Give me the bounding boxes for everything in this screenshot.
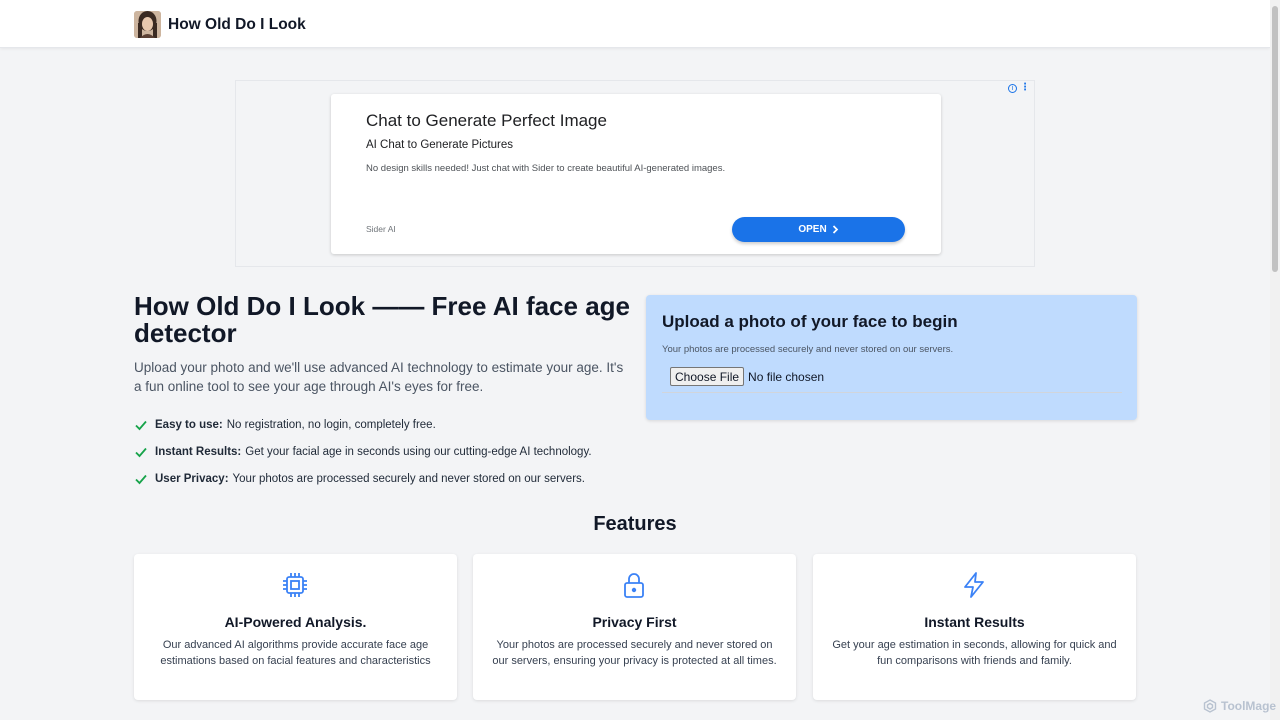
- lock-icon: [624, 573, 644, 598]
- feature-card-instant-results: Instant Results Get your age estimation …: [813, 554, 1136, 700]
- bullet-label: User Privacy:: [155, 472, 229, 485]
- ad-info-icon[interactable]: i: [1008, 84, 1017, 93]
- bullet-label: Instant Results:: [155, 445, 242, 458]
- toolmage-logo-icon: [1203, 699, 1217, 713]
- feature-card-privacy: Privacy First Your photos are processed …: [473, 554, 796, 700]
- ad-container: i ⋮ Chat to Generate Perfect Image AI Ch…: [235, 80, 1035, 267]
- site-header: How Old Do I Look: [0, 0, 1270, 48]
- feature-description: Your photos are processed securely and n…: [492, 639, 777, 667]
- benefit-list: Easy to use: No registration, no login, …: [134, 411, 592, 492]
- logo-avatar-icon: [134, 11, 161, 38]
- bullet-text: Get your facial age in seconds using our…: [245, 445, 592, 458]
- ad-title[interactable]: Chat to Generate Perfect Image: [366, 111, 607, 131]
- ad-open-label: OPEN: [798, 224, 827, 235]
- file-input[interactable]: Choose File No file chosen: [662, 361, 1122, 393]
- file-status: No file chosen: [748, 369, 825, 384]
- feature-title: AI-Powered Analysis.: [224, 614, 367, 630]
- feature-title: Privacy First: [592, 614, 677, 630]
- check-icon: [135, 474, 147, 484]
- features-title: Features: [593, 513, 677, 535]
- upload-title: Upload a photo of your face to begin: [662, 312, 958, 331]
- ad-menu-icon[interactable]: ⋮: [1020, 82, 1030, 94]
- check-icon: [135, 447, 147, 457]
- brand[interactable]: How Old Do I Look: [134, 11, 306, 38]
- feature-description: Our advanced AI algorithms provide accur…: [160, 639, 431, 667]
- bullet-text: Your photos are processed securely and n…: [232, 472, 585, 485]
- ad-subtitle: AI Chat to Generate Pictures: [366, 139, 514, 151]
- watermark-text: ToolMage: [1221, 699, 1277, 713]
- cpu-icon: [283, 573, 307, 597]
- ad-advertiser: Sider AI: [366, 224, 396, 234]
- check-icon: [135, 420, 147, 430]
- ad-description: No design skills needed! Just chat with …: [366, 163, 726, 174]
- chevron-right-icon: [832, 225, 838, 234]
- feature-description: Get your age estimation in seconds, allo…: [832, 639, 1117, 667]
- ad-card[interactable]: Chat to Generate Perfect Image AI Chat t…: [331, 94, 941, 254]
- ad-controls: i ⋮: [1008, 82, 1030, 94]
- hero-title: How Old Do I Look —— Free AI face age de…: [134, 291, 631, 348]
- upload-card: Upload a photo of your face to begin You…: [646, 295, 1137, 420]
- scrollbar-thumb[interactable]: [1272, 6, 1278, 272]
- choose-file-button[interactable]: Choose File: [670, 367, 745, 386]
- list-item: Easy to use: No registration, no login, …: [134, 411, 592, 438]
- feature-card-ai-analysis: AI-Powered Analysis. Our advanced AI alg…: [134, 554, 457, 700]
- list-item: Instant Results: Get your facial age in …: [134, 438, 592, 465]
- site-title: How Old Do I Look: [168, 15, 306, 33]
- watermark: ToolMage: [1203, 699, 1276, 713]
- hero-description: Upload your photo and we'll use advanced…: [134, 360, 624, 394]
- feature-title: Instant Results: [924, 614, 1025, 630]
- bullet-text: No registration, no login, completely fr…: [226, 418, 436, 431]
- bullet-label: Easy to use:: [155, 418, 223, 431]
- lightning-icon: [964, 572, 984, 598]
- ad-open-button[interactable]: OPEN: [732, 217, 905, 242]
- upload-privacy-note: Your photos are processed securely and n…: [662, 344, 954, 355]
- list-item: User Privacy: Your photos are processed …: [134, 465, 592, 492]
